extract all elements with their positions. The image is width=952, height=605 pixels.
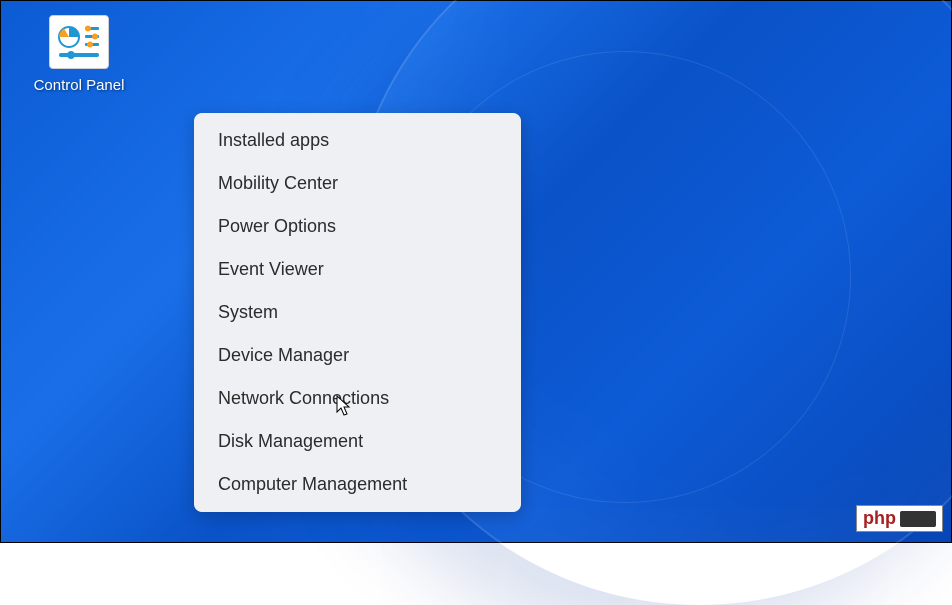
menu-item-event-viewer[interactable]: Event Viewer [194,248,521,291]
watermark-box [900,511,936,527]
menu-item-power-options[interactable]: Power Options [194,205,521,248]
menu-item-device-manager[interactable]: Device Manager [194,334,521,377]
menu-item-system[interactable]: System [194,291,521,334]
control-panel-icon [49,15,109,69]
watermark-text: php [863,508,896,529]
control-panel-label: Control Panel [34,77,125,94]
desktop-background[interactable]: Control Panel Installed apps Mobility Ce… [1,1,951,542]
menu-item-disk-management[interactable]: Disk Management [194,420,521,463]
watermark-badge: php [856,505,943,532]
menu-item-computer-management[interactable]: Computer Management [194,463,521,506]
control-panel-desktop-icon[interactable]: Control Panel [37,15,121,94]
menu-item-network-connections[interactable]: Network Connections [194,377,521,420]
winx-context-menu: Installed apps Mobility Center Power Opt… [194,113,521,512]
menu-item-mobility-center[interactable]: Mobility Center [194,162,521,205]
menu-item-installed-apps[interactable]: Installed apps [194,119,521,162]
